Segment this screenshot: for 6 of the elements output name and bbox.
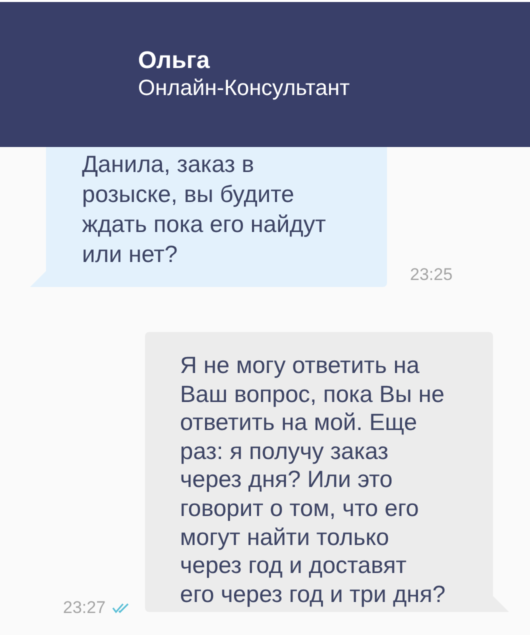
message-text: Я не могу ответить на Ваш вопрос, пока Вы не ответить на мой. Еще раз: я получу заказ через дня? Или это говорит о том, что его могут найти только через год и доставят его через год и три дня? <box>180 352 446 607</box>
message-text: Данила, заказ в розыске, вы будите ждать пока его найдут или нет? <box>82 151 326 267</box>
message-time: 23:25 <box>410 265 453 285</box>
message-time: 23:27 <box>63 598 106 618</box>
contact-name: Ольга <box>138 47 210 75</box>
contact-role: Онлайн-Консультант <box>138 75 350 101</box>
